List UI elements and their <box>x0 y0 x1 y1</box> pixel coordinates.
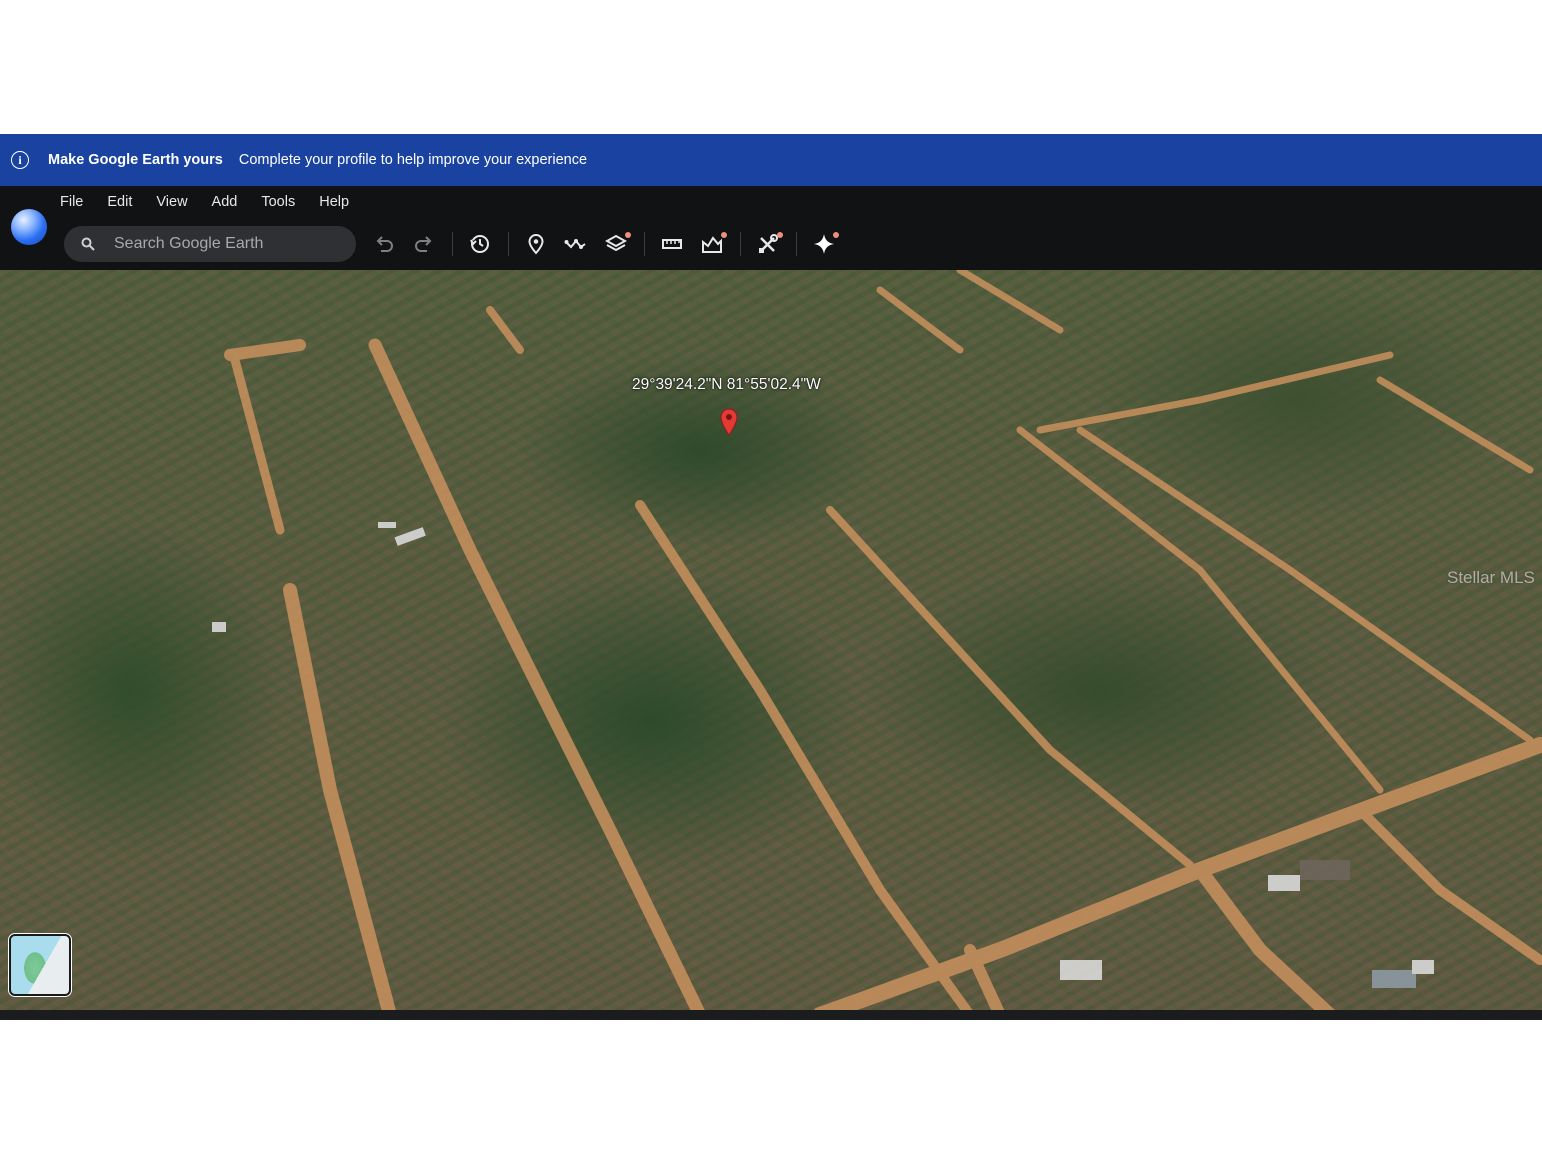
app-header: File Edit View Add Tools Help <box>0 186 1542 270</box>
banner-subtitle[interactable]: Complete your profile to help improve yo… <box>239 152 587 168</box>
map-view[interactable]: 29°39'24.2"N 81°55'02.4"W Stellar MLS <box>0 270 1542 1020</box>
info-icon: i <box>11 151 29 169</box>
placemark-pin-icon[interactable] <box>720 408 738 436</box>
toolbar-divider <box>508 232 509 256</box>
undo-icon[interactable] <box>373 233 395 255</box>
toolbar-divider <box>796 232 797 256</box>
path-icon[interactable] <box>564 233 586 255</box>
minimap-button[interactable] <box>9 934 71 996</box>
search-icon <box>81 237 95 251</box>
notification-dot <box>777 232 783 238</box>
watermark: Stellar MLS <box>1447 568 1535 587</box>
history-icon[interactable] <box>469 233 491 255</box>
menu-add[interactable]: Add <box>212 194 238 210</box>
gemini-sparkle-icon[interactable] <box>813 233 835 255</box>
menu-tools[interactable]: Tools <box>261 194 295 210</box>
profile-banner[interactable]: i Make Google Earth yours Complete your … <box>0 134 1542 186</box>
layers-icon[interactable] <box>604 233 628 255</box>
placemark-icon[interactable] <box>525 233 547 255</box>
google-earth-logo[interactable] <box>11 209 47 245</box>
banner-title: Make Google Earth yours <box>48 152 223 168</box>
toolbar-divider <box>644 232 645 256</box>
menu-view[interactable]: View <box>156 194 187 210</box>
menu-file[interactable]: File <box>60 194 83 210</box>
search-input[interactable] <box>112 234 336 254</box>
notification-dot <box>833 232 839 238</box>
menu-bar: File Edit View Add Tools Help <box>60 194 373 210</box>
placemark-coordinates: 29°39'24.2"N 81°55'02.4"W <box>632 376 821 393</box>
redo-icon[interactable] <box>413 233 435 255</box>
menu-edit[interactable]: Edit <box>107 194 132 210</box>
toolbar-divider <box>740 232 741 256</box>
status-bar <box>0 1010 1542 1020</box>
toolbar-divider <box>452 232 453 256</box>
notification-dot <box>625 232 631 238</box>
menu-help[interactable]: Help <box>319 194 349 210</box>
tools-icon[interactable] <box>757 233 779 255</box>
elevation-icon[interactable] <box>701 233 723 255</box>
notification-dot <box>721 232 727 238</box>
search-box[interactable] <box>64 226 356 262</box>
ruler-icon[interactable] <box>661 233 683 255</box>
